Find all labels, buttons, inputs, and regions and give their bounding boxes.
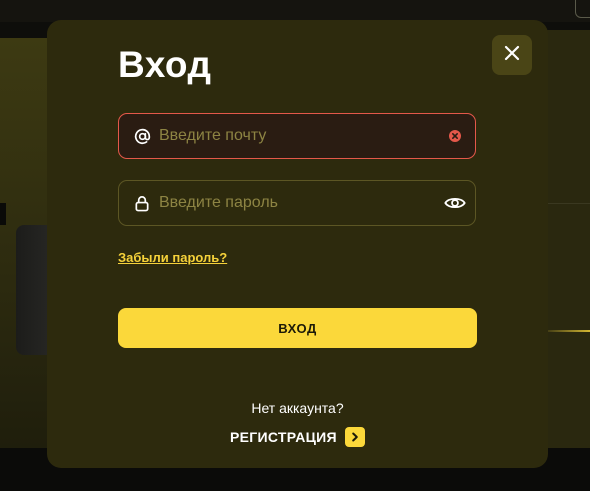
register-label: РЕГИСТРАЦИЯ (230, 429, 337, 445)
lock-icon (133, 194, 151, 212)
background-top-button (575, 0, 590, 18)
register-link[interactable]: РЕГИСТРАЦИЯ (230, 427, 365, 447)
email-field[interactable] (118, 113, 476, 159)
clear-icon[interactable] (443, 124, 467, 148)
email-input[interactable] (159, 114, 429, 158)
background-top-bar (0, 0, 590, 22)
password-field[interactable] (118, 180, 476, 226)
login-modal: Вход Введите почту Забыли пароль? ВХОД Н… (47, 20, 548, 468)
at-icon (133, 127, 151, 145)
modal-title: Вход (118, 44, 212, 85)
password-input[interactable] (159, 181, 429, 225)
forgot-password-link[interactable]: Забыли пароль? (118, 250, 227, 265)
chevron-right-icon (344, 427, 365, 447)
login-button[interactable]: ВХОД (118, 308, 477, 348)
background-left-strip (0, 203, 6, 225)
close-button[interactable] (492, 35, 532, 75)
eye-icon[interactable] (443, 191, 467, 215)
close-icon (503, 44, 521, 67)
no-account-text: Нет аккаунта? (251, 400, 344, 416)
